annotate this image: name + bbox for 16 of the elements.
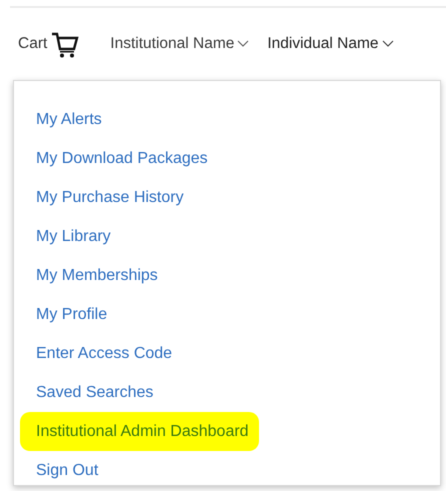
- menu-item[interactable]: My Memberships: [36, 256, 158, 295]
- menu-item[interactable]: Saved Searches: [36, 373, 154, 412]
- cart-icon: [50, 30, 80, 58]
- menu-item[interactable]: My Profile: [36, 295, 108, 334]
- caret-icon: [237, 40, 250, 48]
- account-menu[interactable]: Individual Name: [267, 35, 394, 53]
- menu-item[interactable]: My Purchase History: [36, 178, 184, 217]
- caret-icon: [382, 40, 394, 48]
- menu-item[interactable]: Enter Access Code: [36, 334, 172, 373]
- account-menu[interactable]: Institutional Name: [110, 35, 250, 53]
- menu-item[interactable]: My Download Packages: [36, 139, 208, 178]
- menu-item[interactable]: My Alerts: [36, 100, 102, 139]
- menu-item[interactable]: Institutional Admin Dashboard: [20, 412, 259, 451]
- menu-item[interactable]: Sign Out: [36, 451, 98, 490]
- cart-link[interactable]: Cart: [18, 30, 80, 58]
- menu-item[interactable]: My Library: [36, 217, 111, 256]
